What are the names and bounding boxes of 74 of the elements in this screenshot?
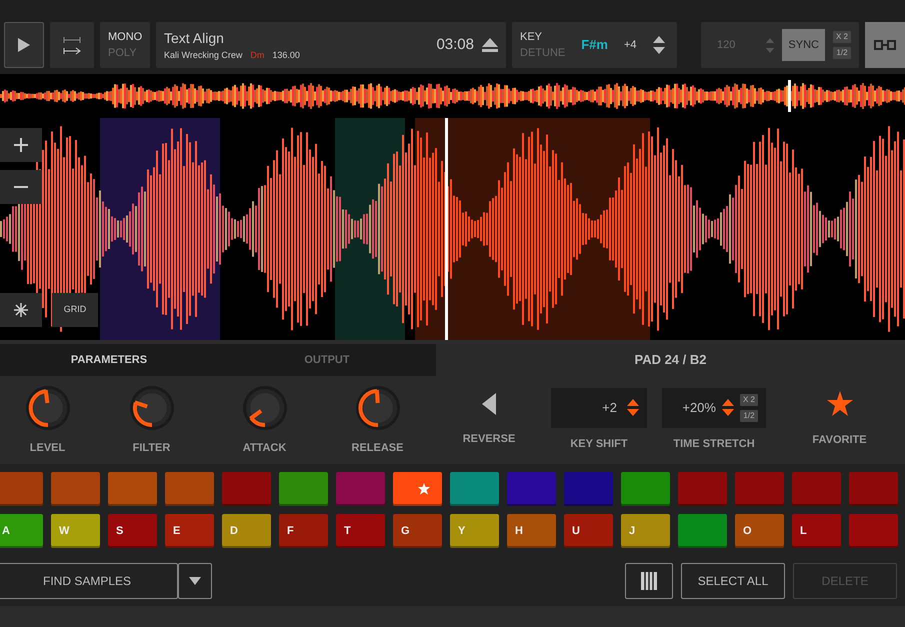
- stepper-icon[interactable]: [652, 36, 665, 54]
- pad[interactable]: Y: [450, 514, 499, 548]
- pad[interactable]: G: [393, 514, 442, 548]
- key-value: F#m: [581, 36, 608, 54]
- time-stretch-label: TIME STRETCH: [673, 436, 755, 452]
- pad-title: PAD 24 / B2: [634, 351, 706, 370]
- loop-button[interactable]: [50, 22, 94, 68]
- pad[interactable]: U: [564, 514, 613, 548]
- play-button[interactable]: [4, 22, 44, 68]
- star-icon[interactable]: [826, 391, 852, 416]
- plus-icon: [14, 138, 28, 152]
- mode-option[interactable]: MONO: [108, 28, 142, 45]
- dropdown-button[interactable]: [178, 563, 212, 599]
- key-shift-field[interactable]: +2: [551, 388, 647, 428]
- pad[interactable]: F: [279, 514, 328, 548]
- detune-label: DETUNE: [520, 46, 566, 61]
- time-stretch-value[interactable]: +20%: [682, 398, 716, 418]
- caret-icon: [189, 577, 201, 585]
- pad[interactable]: A: [0, 514, 43, 548]
- play-icon: [17, 38, 31, 52]
- tempo-bpm: 120: [717, 38, 736, 53]
- track-artist: Kali Wrecking Crew: [164, 48, 242, 62]
- favorite-label: FAVORITE: [812, 433, 867, 448]
- reverse-label: REVERSE: [462, 432, 516, 447]
- tab[interactable]: PARAMETERS: [0, 344, 218, 376]
- knob-label: ATTACK: [242, 440, 286, 456]
- pad[interactable]: T: [336, 514, 385, 548]
- knob-label: LEVEL: [30, 440, 66, 456]
- stepper-icon: [766, 38, 774, 52]
- multiplier-button[interactable]: X 2: [832, 31, 851, 43]
- pad[interactable]: L: [792, 514, 841, 548]
- key-shift-label: KEY SHIFT: [570, 436, 628, 452]
- key-label: KEY: [520, 30, 544, 44]
- eject-icon[interactable]: [482, 38, 498, 52]
- zoom-in-button[interactable]: [0, 128, 42, 162]
- knob-label: FILTER: [132, 440, 170, 456]
- sync-button[interactable]: SYNC: [782, 29, 825, 61]
- stepper-icon[interactable]: [627, 399, 639, 416]
- knob[interactable]: [354, 384, 402, 432]
- tab[interactable]: OUTPUT: [218, 344, 436, 376]
- pad[interactable]: H: [507, 514, 556, 548]
- snowflake-icon: [14, 303, 28, 317]
- piano-keys-icon: [641, 572, 657, 590]
- overview-waveform-drawing[interactable]: [0, 80, 905, 112]
- track-bpm: 136.00: [272, 48, 300, 62]
- stepper-icon[interactable]: [722, 399, 734, 416]
- track-time: 03:08: [436, 34, 474, 55]
- multiplier-button[interactable]: 1/2: [832, 47, 851, 59]
- grid-button[interactable]: GRID: [52, 293, 98, 327]
- find-samples-button[interactable]: FIND SAMPLES: [0, 563, 178, 599]
- knob[interactable]: [24, 384, 72, 432]
- select-all-button[interactable]: SELECT ALL: [681, 563, 785, 599]
- pad[interactable]: J: [621, 514, 670, 548]
- loop-icon: [63, 36, 81, 54]
- star-icon: [418, 483, 430, 495]
- multiplier-button[interactable]: 1/2: [740, 410, 758, 422]
- link-button[interactable]: [865, 22, 905, 68]
- pad[interactable]: E: [165, 514, 214, 548]
- multiplier-button[interactable]: X 2: [740, 394, 758, 406]
- pad[interactable]: S: [108, 514, 157, 548]
- link-icon: [874, 40, 896, 50]
- knob[interactable]: [240, 384, 288, 432]
- waveform-drawing[interactable]: [0, 118, 905, 340]
- pad[interactable]: O: [735, 514, 784, 548]
- freeze-button[interactable]: [0, 293, 42, 327]
- key-shift-value: +4: [624, 38, 637, 53]
- track-key: Dm: [250, 48, 264, 62]
- reverse-icon[interactable]: [482, 392, 496, 415]
- knob[interactable]: [128, 384, 176, 432]
- keyboard-button[interactable]: [625, 563, 673, 599]
- pad[interactable]: [393, 472, 442, 506]
- knob-label: RELEASE: [352, 440, 404, 456]
- track-title: Text Align: [164, 28, 225, 48]
- pad[interactable]: D: [222, 514, 271, 548]
